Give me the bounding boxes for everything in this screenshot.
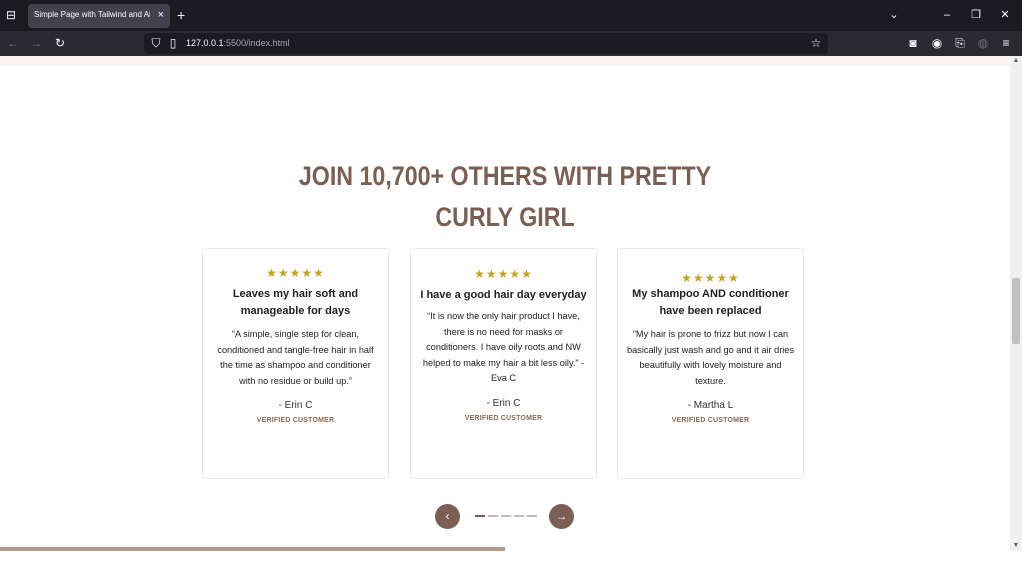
extensions-icon[interactable]: ⎘ [952, 35, 968, 51]
carousel-dot[interactable] [501, 515, 511, 517]
testimonial-author: - Martha L [687, 400, 734, 411]
testimonial-quote: “A simple, single step for clean, condit… [217, 329, 374, 386]
url-bar[interactable]: ⛉ ▯ 127.0.0.1:5500/index.html ☆ [144, 33, 828, 54]
forward-arrow-icon[interactable]: → [28, 35, 44, 51]
profile-icon[interactable]: ◍ [975, 35, 991, 51]
browser-titlebar: ⊟ Simple Page with Tailwind and Alpine ×… [0, 0, 1022, 31]
testimonial-card: ★★★★★ Leaves my hair soft and manageable… [202, 248, 389, 479]
section-headline: JOIN 10,700+ OTHERS WITH PRETTY CURLY GI… [71, 156, 940, 238]
page-scrollbar[interactable]: ▲ ▼ [1010, 56, 1022, 551]
scroll-up-icon[interactable]: ▲ [1010, 56, 1022, 66]
star-rating-icon: ★★★★★ [474, 267, 533, 281]
top-banner-strip [0, 56, 1010, 66]
scrollbar-thumb[interactable] [1012, 278, 1020, 344]
tab-title: Simple Page with Tailwind and Alpine [34, 10, 150, 19]
verified-badge: VERIFIED CUSTOMER [464, 414, 543, 422]
carousel-dot[interactable] [488, 515, 498, 517]
testimonial-quote: “It is now the only hair product I have,… [422, 311, 585, 383]
testimonial-card: ★★★★★ My shampoo AND conditioner have be… [617, 248, 804, 479]
testimonial-author: - Erin C [486, 397, 521, 409]
chevron-down-icon[interactable]: ⌄ [887, 7, 901, 23]
carousel-dots [475, 515, 537, 518]
carousel-prev-button[interactable]: ‹ [435, 504, 460, 529]
testimonial-quote: “My hair is prone to frizz but now I can… [627, 329, 794, 386]
headline-line-2: CURLY GIRL [435, 202, 575, 232]
restore-icon[interactable]: ❐ [969, 7, 983, 23]
window-bottom-area [0, 551, 1022, 573]
verified-badge: VERIFIED CUSTOMER [671, 417, 750, 424]
url-text[interactable]: 127.0.0.1:5500/index.html [186, 38, 290, 48]
browser-navbar: ← → ↻ ⛉ ▯ 127.0.0.1:5500/index.html ☆ ◙ … [0, 31, 1022, 56]
hamburger-menu-icon[interactable]: ≡ [998, 35, 1014, 51]
testimonial-card: ★★★★★ I have a good hair day everyday “I… [410, 248, 597, 479]
browser-tab[interactable]: Simple Page with Tailwind and Alpine × [28, 4, 170, 28]
close-window-icon[interactable]: ✕ [998, 7, 1012, 23]
shield-icon[interactable]: ⛉ [148, 35, 164, 51]
testimonial-title: I have a good hair day everyday [420, 289, 587, 301]
carousel-next-button[interactable]: → [549, 504, 574, 529]
page-icon: ▯ [169, 36, 177, 50]
headline-line-1: JOIN 10,700+ OTHERS WITH PRETTY [298, 161, 712, 191]
minimize-icon[interactable]: – [940, 7, 954, 23]
tab-close-icon[interactable]: × [158, 8, 164, 22]
new-tab-button[interactable]: + [177, 7, 185, 23]
star-rating-icon: ★★★★★ [266, 266, 325, 280]
testimonial-title: Leaves my hair soft and manageable for d… [232, 288, 359, 317]
reload-icon[interactable]: ↻ [52, 35, 68, 51]
back-arrow-icon[interactable]: ← [5, 35, 21, 51]
account-icon[interactable]: ◉ [929, 35, 945, 51]
carousel-dot[interactable] [475, 515, 485, 517]
arrow-right-icon: → [555, 509, 568, 523]
carousel-dot[interactable] [514, 515, 524, 517]
star-icon[interactable]: ☆ [808, 35, 824, 51]
page-viewport: JOIN 10,700+ OTHERS WITH PRETTY CURLY GI… [0, 56, 1010, 551]
verified-badge: VERIFIED CUSTOMER [256, 417, 335, 424]
pocket-icon[interactable]: ◙ [905, 35, 921, 51]
star-rating-icon: ★★★★★ [681, 271, 740, 285]
chevron-left-icon: ‹ [445, 509, 450, 523]
scroll-down-icon[interactable]: ▼ [1010, 541, 1022, 551]
tab-list-icon[interactable]: ⊟ [4, 8, 18, 22]
testimonial-author: - Erin C [278, 400, 313, 411]
testimonial-title: My shampoo AND conditioner have been rep… [632, 288, 789, 317]
carousel-dot[interactable] [527, 515, 537, 517]
